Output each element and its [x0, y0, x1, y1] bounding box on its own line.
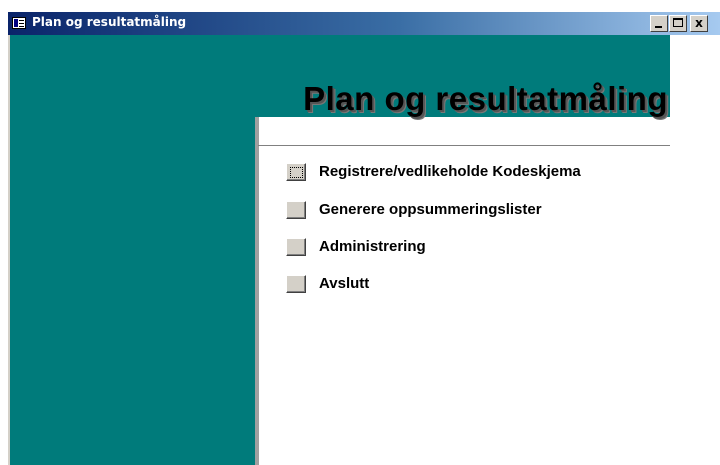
menu-label-generere: Generere oppsummeringslister	[319, 201, 542, 218]
minimize-button[interactable]	[650, 15, 668, 32]
menu-item-administrering[interactable]: Administrering	[286, 238, 656, 256]
panel-shadow	[255, 117, 259, 465]
maximize-icon	[673, 18, 683, 27]
form-heading: Plan og resultatmåling	[303, 80, 668, 117]
divider	[258, 145, 670, 146]
menu-item-registrere[interactable]: Registrere/vedlikeholde Kodeskjema	[286, 163, 656, 181]
menu-button-generere[interactable]	[286, 201, 306, 219]
close-icon: x	[695, 16, 703, 30]
menu-item-generere[interactable]: Generere oppsummeringslister	[286, 201, 656, 219]
access-form-window: Plan og resultatmåling x Plan og resulta…	[0, 0, 720, 465]
title-bar[interactable]: Plan og resultatmåling x	[0, 0, 720, 38]
form-icon[interactable]	[12, 17, 26, 29]
menu-button-administrering[interactable]	[286, 238, 306, 256]
minimize-icon	[655, 26, 662, 28]
menu-label-avslutt: Avslutt	[319, 275, 370, 292]
maximize-button[interactable]	[669, 15, 687, 32]
menu-item-avslutt[interactable]: Avslutt	[286, 275, 656, 293]
menu-label-registrere: Registrere/vedlikeholde Kodeskjema	[319, 163, 581, 180]
window-title: Plan og resultatmåling	[32, 15, 187, 29]
menu-label-administrering: Administrering	[319, 238, 426, 255]
menu-button-registrere[interactable]	[286, 163, 306, 181]
title-bar-strip[interactable]: Plan og resultatmåling x	[8, 12, 720, 35]
close-button[interactable]: x	[690, 15, 708, 32]
menu-button-avslutt[interactable]	[286, 275, 306, 293]
